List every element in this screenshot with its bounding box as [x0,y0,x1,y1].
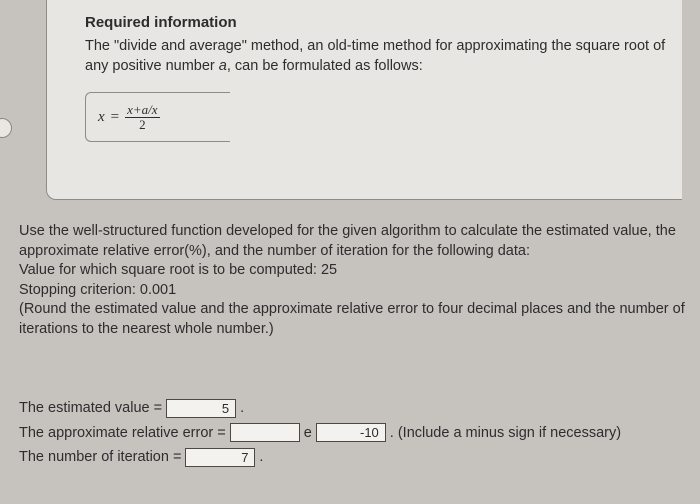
formula-lhs: x [98,109,105,126]
body-p3: Stopping criterion: 0.001 [19,281,691,301]
required-info-box: Required information The "divide and ave… [46,0,682,200]
row-approx-rel-error: The approximate relative error = e -10 .… [19,421,691,446]
exponent-e: e [304,421,312,446]
info-description: The "divide and average" method, an old-… [85,37,666,76]
formula-box: x = x+a/x 2 [85,92,230,142]
formula-fraction: x+a/x 2 [125,103,159,131]
estimated-value-input[interactable]: 5 [166,399,236,418]
formula: x = x+a/x 2 [98,103,218,131]
info-desc-post: , can be formulated as follows: [227,58,423,74]
iterations-input[interactable]: 7 [185,448,255,467]
question-sheet: Required information The "divide and ave… [0,0,700,504]
estimated-value-label: The estimated value = [19,396,162,421]
answers-block: The estimated value = 5 . The approximat… [19,396,691,470]
approx-rel-error-tail: . (Include a minus sign if necessary) [390,421,621,446]
approx-rel-error-exponent-input[interactable]: -10 [316,423,386,442]
approx-rel-error-label: The approximate relative error = [19,421,226,446]
row-estimated-value: The estimated value = 5 . [19,396,691,421]
dot: . [259,445,263,470]
formula-eq: = [111,109,119,126]
question-body: Use the well-structured function develop… [19,222,691,339]
body-p2: Value for which square root is to be com… [19,261,691,281]
body-p1: Use the well-structured function develop… [19,222,691,261]
info-title: Required information [85,14,666,31]
side-tab-circle [0,118,12,138]
body-p4: (Round the estimated value and the appro… [19,300,691,339]
dot: . [240,396,244,421]
approx-rel-error-mantissa-input[interactable] [230,423,300,442]
info-var-a: a [219,58,227,74]
row-iterations: The number of iteration = 7 . [19,445,691,470]
formula-denominator: 2 [137,118,148,132]
iterations-label: The number of iteration = [19,445,181,470]
formula-numerator: x+a/x [125,103,159,118]
